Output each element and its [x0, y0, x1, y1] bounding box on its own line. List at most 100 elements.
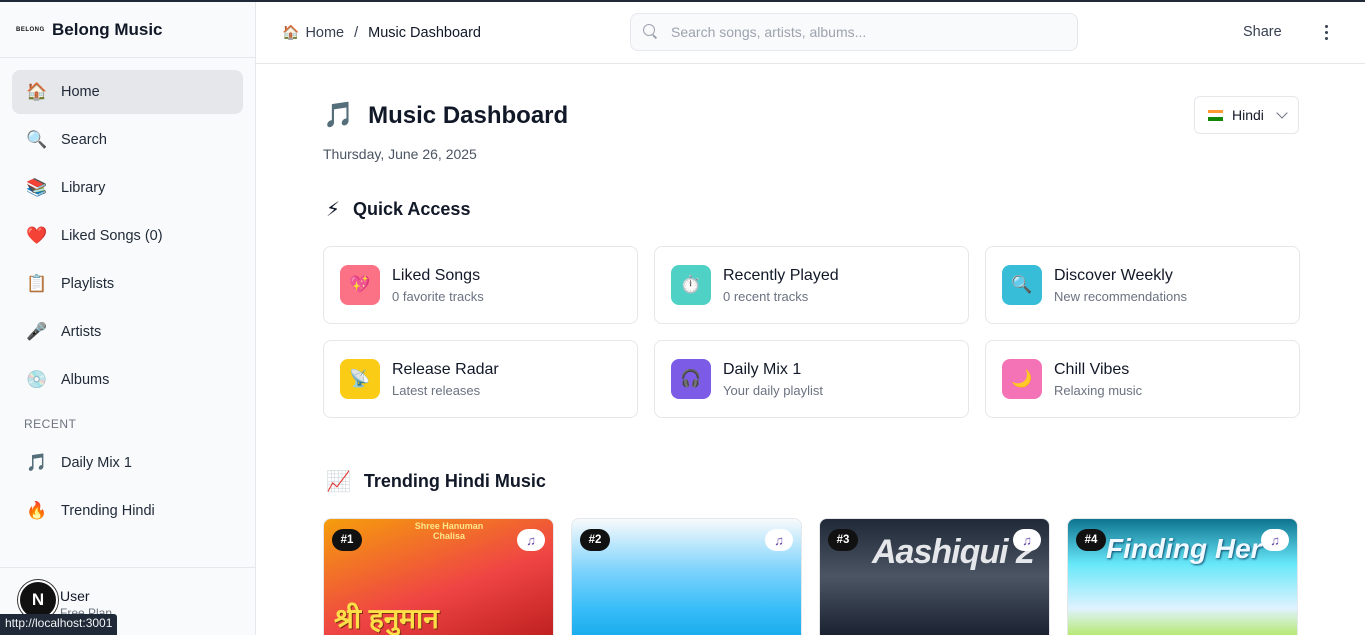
- disc-icon: 💿: [26, 370, 48, 389]
- home-icon: 🏠: [282, 24, 300, 40]
- status-bar-url: http://localhost:3001: [0, 614, 118, 635]
- album-art-title: Aashiqui 2: [872, 533, 1035, 571]
- quick-access-release-radar[interactable]: 📡 Release Radar Latest releases: [323, 340, 638, 418]
- more-options-icon[interactable]: [1319, 20, 1333, 44]
- language-selector[interactable]: Hindi: [1194, 96, 1299, 134]
- books-icon: 📚: [26, 178, 48, 197]
- recent-list: 🎵 Daily Mix 1 🔥 Trending Hindi: [0, 441, 255, 533]
- trending-heading: 📈 Trending Hindi Music: [326, 469, 546, 494]
- card-title: Chill Vibes: [1054, 360, 1130, 378]
- sidebar-item-home[interactable]: 🏠 Home: [12, 70, 243, 114]
- sidebar-nav: 🏠 Home 🔍 Search 📚 Library ❤️ Liked Songs…: [0, 58, 255, 402]
- rank-badge: #2: [580, 529, 610, 551]
- quick-access-daily-mix[interactable]: 🎧 Daily Mix 1 Your daily playlist: [654, 340, 969, 418]
- music-note-icon: ♫: [765, 529, 793, 551]
- card-title: Recently Played: [723, 266, 839, 284]
- quick-access-chill-vibes[interactable]: 🌙 Chill Vibes Relaxing music: [985, 340, 1300, 418]
- music-note-icon: ♫: [1261, 529, 1289, 551]
- brand-name: Belong Music: [52, 19, 163, 39]
- album-art-caption: Shree Hanuman Chalisa: [414, 521, 484, 541]
- language-label: Hindi: [1232, 107, 1264, 123]
- card-subtitle: 0 recent tracks: [723, 288, 809, 304]
- sidebar-item-albums[interactable]: 💿 Albums: [12, 358, 243, 402]
- user-name: User: [60, 588, 90, 604]
- clipboard-icon: 📋: [26, 274, 48, 293]
- search-box[interactable]: [630, 13, 1078, 51]
- chart-increasing-icon: 📈: [326, 471, 351, 493]
- trending-card[interactable]: Aashiqui 2 #3 ♫: [819, 518, 1050, 635]
- current-date: Thursday, June 26, 2025: [323, 146, 477, 162]
- sidebar-item-liked-songs[interactable]: ❤️ Liked Songs (0): [12, 214, 243, 258]
- sidebar-item-playlists[interactable]: 📋 Playlists: [12, 262, 243, 306]
- rank-badge: #3: [828, 529, 858, 551]
- sidebar-item-label: Playlists: [61, 276, 115, 292]
- sidebar-item-label: Home: [61, 84, 100, 100]
- search-icon: 🔍: [26, 130, 48, 149]
- breadcrumb-home[interactable]: Home: [305, 25, 344, 41]
- headphones-icon: 🎧: [671, 359, 711, 399]
- sidebar-item-label: Search: [61, 132, 107, 148]
- page-title: Music Dashboard: [368, 101, 569, 129]
- card-title: Daily Mix 1: [723, 360, 802, 378]
- album-art-title: Finding Her: [1106, 533, 1262, 564]
- breadcrumb-current: Music Dashboard: [368, 24, 481, 41]
- recent-item-label: Trending Hindi: [61, 503, 155, 519]
- lightning-icon: ⚡: [326, 199, 341, 221]
- stopwatch-icon: ⏱️: [671, 265, 711, 305]
- microphone-icon: 🎤: [26, 322, 48, 341]
- recent-item-trending-hindi[interactable]: 🔥 Trending Hindi: [12, 489, 243, 533]
- sidebar-item-label: Artists: [61, 324, 102, 340]
- brand-logo: BELONG: [16, 26, 45, 33]
- music-note-icon: 🎵: [26, 453, 48, 472]
- sidebar-item-library[interactable]: 📚 Library: [12, 166, 243, 210]
- sidebar-item-label: Albums: [61, 372, 110, 388]
- recent-item-label: Daily Mix 1: [61, 455, 132, 471]
- home-icon: 🏠: [26, 82, 48, 101]
- rank-badge: #4: [1076, 529, 1106, 551]
- fire-icon: 🔥: [26, 501, 48, 520]
- recent-section-label: RECENT: [24, 417, 77, 431]
- music-notes-icon: 🎵: [323, 101, 355, 129]
- moon-icon: 🌙: [1002, 359, 1042, 399]
- quick-access-discover-weekly[interactable]: 🔍 Discover Weekly New recommendations: [985, 246, 1300, 324]
- sidebar-item-label: Liked Songs (0): [61, 228, 163, 244]
- album-art-title: श्री हनुमान: [334, 603, 439, 634]
- section-title: Trending Hindi Music: [363, 471, 546, 491]
- quick-access-grid: 💖 Liked Songs 0 favorite tracks ⏱️ Recen…: [323, 246, 1300, 418]
- satellite-icon: 📡: [340, 359, 380, 399]
- brand[interactable]: BELONG Belong Music: [0, 2, 255, 58]
- card-subtitle: Latest releases: [392, 382, 481, 398]
- search-icon: [643, 24, 659, 40]
- quick-access-recently-played[interactable]: ⏱️ Recently Played 0 recent tracks: [654, 246, 969, 324]
- sidebar-item-label: Library: [61, 180, 106, 196]
- trending-card[interactable]: #2 ♫: [571, 518, 802, 635]
- heart-icon: 💖: [340, 265, 380, 305]
- chevron-down-icon: [1276, 107, 1288, 119]
- card-subtitle: Your daily playlist: [723, 382, 823, 398]
- card-subtitle: 0 favorite tracks: [392, 288, 484, 304]
- quick-access-liked-songs[interactable]: 💖 Liked Songs 0 favorite tracks: [323, 246, 638, 324]
- page-title-row: 🎵 Music Dashboard: [323, 101, 568, 130]
- share-button[interactable]: Share: [1243, 24, 1282, 40]
- section-title: Quick Access: [353, 199, 471, 219]
- quick-access-heading: ⚡ Quick Access: [326, 197, 470, 222]
- music-note-icon: ♫: [1013, 529, 1041, 551]
- breadcrumb-separator: /: [354, 24, 359, 41]
- magnifier-icon: 🔍: [1002, 265, 1042, 305]
- india-flag-icon: [1208, 109, 1223, 121]
- rank-badge: #1: [332, 529, 362, 551]
- trending-grid: Shree Hanuman Chalisa श्री हनुमान #1 ♫ #…: [323, 518, 1298, 635]
- card-subtitle: Relaxing music: [1054, 382, 1143, 398]
- sidebar-item-artists[interactable]: 🎤 Artists: [12, 310, 243, 354]
- sidebar-item-search[interactable]: 🔍 Search: [12, 118, 243, 162]
- card-subtitle: New recommendations: [1054, 288, 1187, 304]
- recent-item-daily-mix[interactable]: 🎵 Daily Mix 1: [12, 441, 243, 485]
- search-input[interactable]: [671, 24, 1061, 40]
- trending-card[interactable]: Finding Her #4 ♫: [1067, 518, 1298, 635]
- heart-icon: ❤️: [26, 226, 48, 245]
- card-title: Release Radar: [392, 360, 499, 378]
- breadcrumb: 🏠 Home / Music Dashboard: [282, 24, 481, 41]
- top-header: 🏠 Home / Music Dashboard Share: [256, 2, 1365, 64]
- trending-card[interactable]: Shree Hanuman Chalisa श्री हनुमान #1 ♫: [323, 518, 554, 635]
- card-title: Liked Songs: [392, 266, 481, 284]
